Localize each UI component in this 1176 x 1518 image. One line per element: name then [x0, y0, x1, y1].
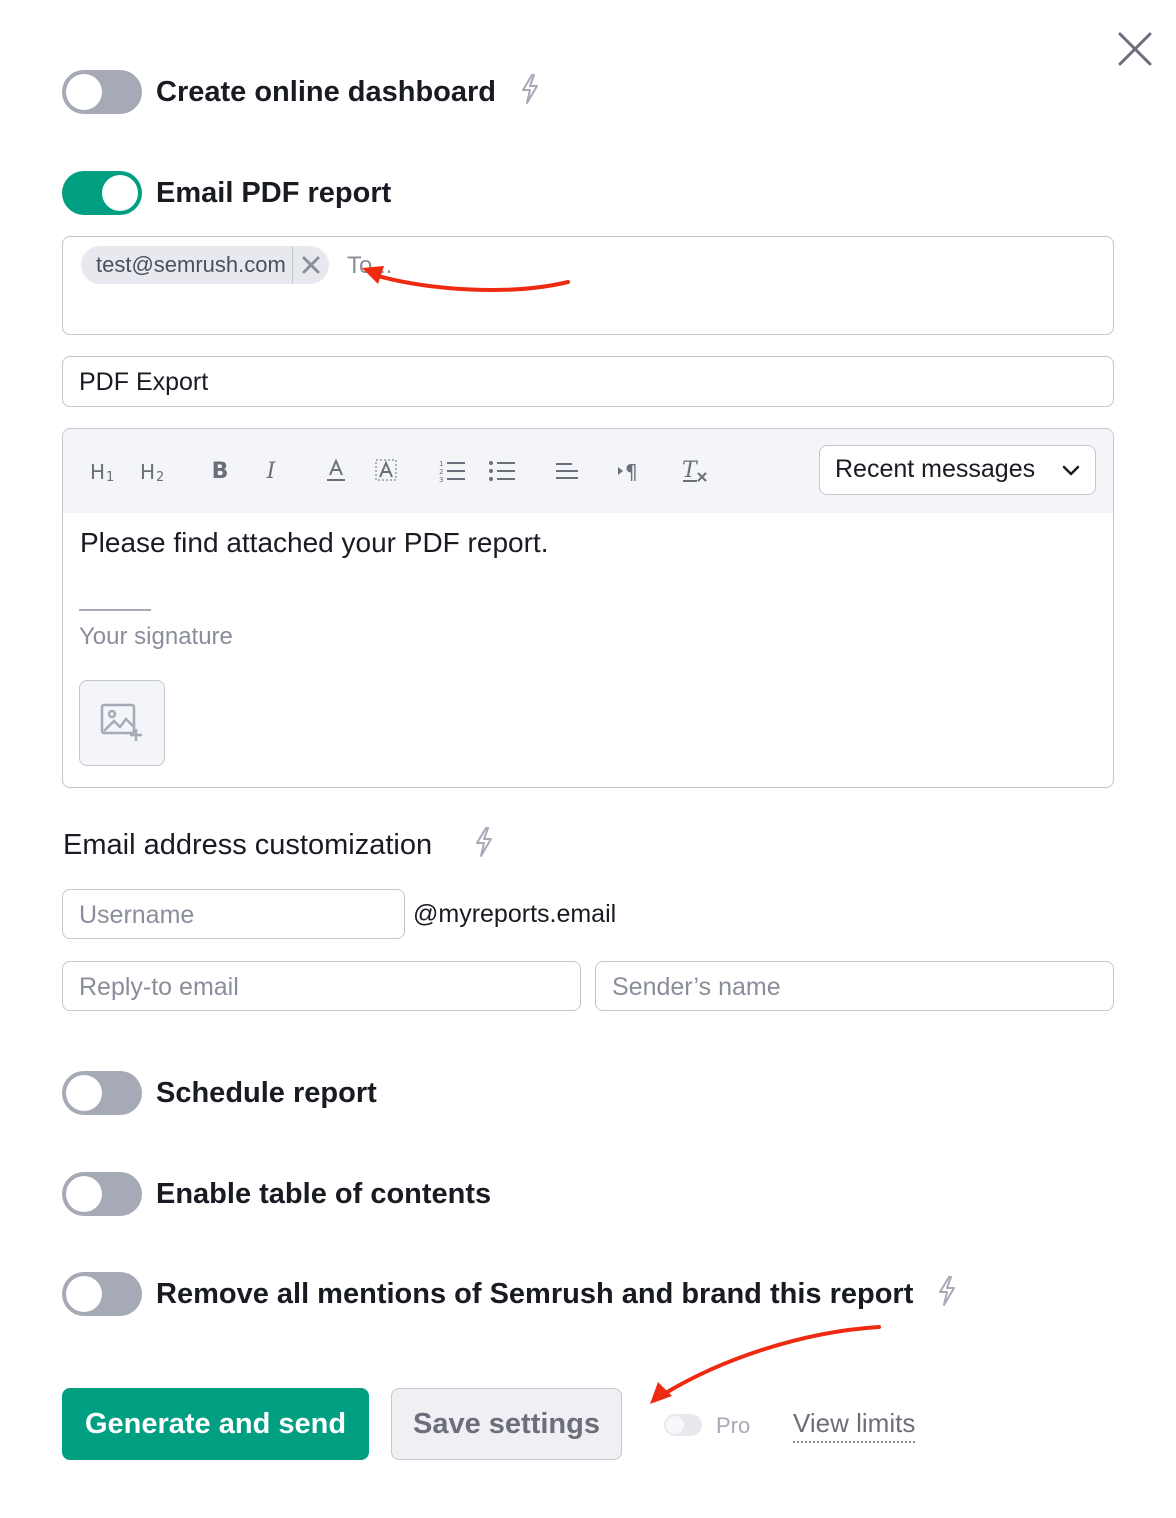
heading1-button[interactable]: H 1	[89, 455, 121, 487]
recipients-field[interactable]: test@semrush.com To...	[62, 236, 1114, 335]
recent-messages-label: Recent messages	[835, 455, 1036, 483]
subject-value: PDF Export	[79, 368, 209, 396]
message-body[interactable]: Please find attached your PDF report.	[80, 527, 548, 559]
email-pdf-toggle[interactable]	[62, 171, 142, 215]
reply-to-placeholder: Reply-to email	[79, 973, 239, 1001]
remove-recipient-button[interactable]	[293, 246, 329, 284]
sender-name-placeholder: Sender’s name	[612, 973, 781, 1001]
highlight-button[interactable]	[373, 455, 399, 487]
toggle-knob	[66, 1176, 102, 1212]
email-pdf-toggle-label: Email PDF report	[156, 177, 392, 209]
svg-text:1: 1	[439, 460, 443, 468]
close-icon	[302, 256, 320, 274]
svg-text:H: H	[140, 460, 155, 483]
svg-text:3: 3	[439, 476, 443, 483]
toc-toggle-label: Enable table of contents	[156, 1178, 492, 1210]
lightning-icon	[476, 827, 492, 857]
heading1-icon: H 1	[90, 460, 114, 483]
signature-divider	[79, 609, 151, 611]
svg-text:2: 2	[156, 470, 164, 483]
customization-title: Email address customization	[63, 829, 433, 861]
text-color-icon	[327, 458, 345, 481]
clear-format-button[interactable]: T	[681, 455, 709, 487]
lightning-icon	[939, 1276, 955, 1306]
toggle-knob	[66, 74, 102, 110]
branding-toggle[interactable]	[62, 1272, 142, 1316]
italic-button[interactable]: I	[259, 455, 283, 487]
highlight-icon	[375, 459, 397, 481]
schedule-toggle[interactable]	[62, 1071, 142, 1115]
text-direction-button[interactable]: ¶	[615, 455, 643, 487]
clear-format-icon: T	[682, 458, 707, 483]
dashboard-toggle-label: Create online dashboard	[156, 76, 497, 108]
bullet-list-icon	[489, 461, 515, 481]
lightning-icon	[522, 74, 538, 104]
editor-toolbar: H 1 H 2 B I 1 2 3 ¶ T Recent messages	[63, 429, 1113, 513]
add-image-button[interactable]	[79, 680, 165, 766]
toc-toggle[interactable]	[62, 1172, 142, 1216]
heading2-icon: H 2	[140, 460, 164, 483]
save-settings-button[interactable]: Save settings	[391, 1388, 622, 1460]
annotation-arrow-pro	[650, 1325, 881, 1404]
svg-text:1: 1	[106, 470, 114, 483]
recent-messages-dropdown[interactable]: Recent messages	[819, 445, 1096, 495]
toggle-knob	[66, 1075, 102, 1111]
svg-text:T: T	[682, 458, 699, 483]
bullet-list-button[interactable]	[488, 455, 516, 487]
username-input[interactable]: Username	[62, 889, 405, 939]
message-editor[interactable]: H 1 H 2 B I 1 2 3 ¶ T Recent messages Pl…	[62, 428, 1114, 788]
pro-label: Pro	[716, 1413, 751, 1438]
username-placeholder: Username	[79, 901, 195, 929]
heading2-button[interactable]: H 2	[139, 455, 171, 487]
subject-field[interactable]: PDF Export	[62, 356, 1114, 407]
close-icon	[1118, 32, 1152, 66]
toggle-knob	[666, 1416, 684, 1434]
align-icon	[556, 463, 578, 479]
pro-toggle[interactable]	[664, 1414, 702, 1436]
ordered-list-button[interactable]: 1 2 3	[438, 455, 466, 487]
svg-text:¶: ¶	[625, 460, 638, 483]
svg-text:H: H	[90, 460, 105, 483]
schedule-toggle-label: Schedule report	[156, 1077, 377, 1109]
recipient-chip: test@semrush.com	[81, 246, 329, 284]
generate-and-send-button[interactable]: Generate and send	[62, 1388, 369, 1460]
dashboard-toggle[interactable]	[62, 70, 142, 114]
branding-toggle-label: Remove all mentions of Semrush and brand…	[156, 1278, 914, 1310]
align-button[interactable]	[553, 455, 579, 487]
view-limits-link[interactable]: View limits	[793, 1408, 916, 1443]
signature-placeholder[interactable]: Your signature	[79, 623, 233, 651]
svg-text:2: 2	[439, 468, 443, 476]
ordered-list-icon: 1 2 3	[439, 460, 465, 483]
text-direction-icon: ¶	[618, 460, 638, 483]
recipients-input-placeholder[interactable]: To...	[347, 251, 392, 281]
domain-suffix: @myreports.email	[413, 900, 617, 928]
italic-icon: I	[266, 458, 276, 484]
chevron-down-icon	[1062, 465, 1080, 476]
recipient-chip-label: test@semrush.com	[96, 252, 286, 277]
toggle-knob	[102, 175, 138, 211]
bold-button[interactable]: B	[207, 455, 233, 487]
reply-to-input[interactable]: Reply-to email	[62, 961, 581, 1011]
add-image-icon	[100, 703, 142, 741]
bold-icon: B	[211, 458, 229, 484]
sender-name-input[interactable]: Sender’s name	[595, 961, 1114, 1011]
toggle-knob	[66, 1276, 102, 1312]
text-color-button[interactable]	[323, 455, 349, 487]
close-button[interactable]	[1112, 28, 1156, 72]
